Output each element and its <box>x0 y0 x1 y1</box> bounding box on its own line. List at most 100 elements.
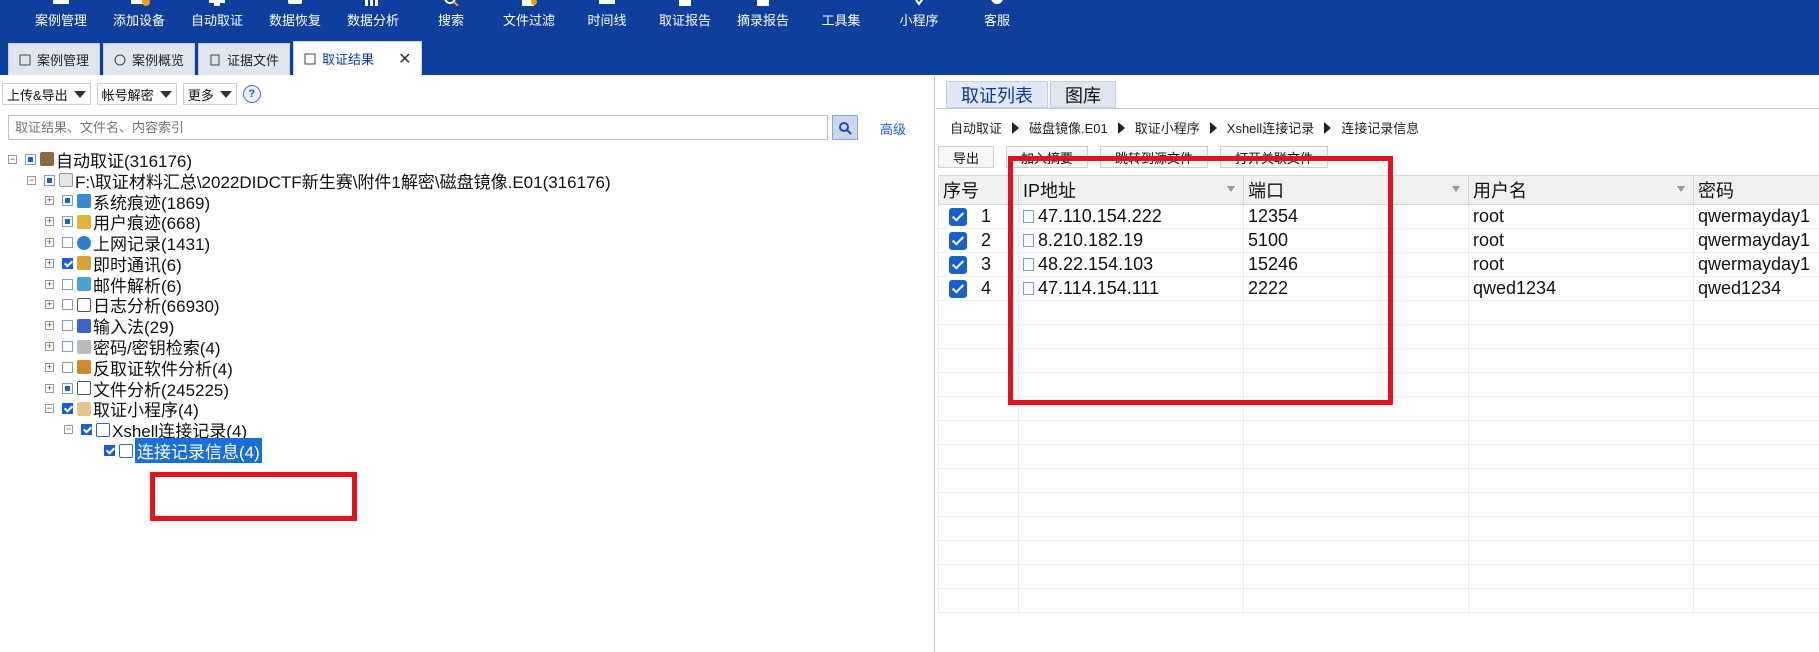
add-to-summary-button[interactable]: 加入摘要 <box>1006 146 1089 168</box>
export-button[interactable]: 导出 <box>938 146 995 168</box>
close-icon[interactable]: ✕ <box>398 49 411 69</box>
tree-checkbox[interactable] <box>104 445 115 457</box>
column-header-seq[interactable]: 序号 <box>938 175 1019 205</box>
tree-node-file-analysis[interactable]: + 文件分析(245225) <box>0 378 935 400</box>
tree-node-input-method[interactable]: + 输入法(29) <box>0 315 935 337</box>
open-related-file-button[interactable]: 打开关联文件 <box>1220 146 1329 168</box>
toolbar-forensic-report[interactable]: 取证报告 <box>646 0 724 38</box>
tree-checkbox[interactable] <box>25 153 36 165</box>
row-checkbox[interactable] <box>949 207 967 226</box>
collapse-icon[interactable]: − <box>8 154 17 164</box>
collapse-icon[interactable]: − <box>64 425 73 435</box>
toolbar-applet[interactable]: 小程序 <box>880 0 958 38</box>
toolbar-search[interactable]: 搜索 <box>412 0 490 38</box>
tab-forensic-results[interactable]: 取证结果 ✕ <box>293 41 423 75</box>
tree-node-user-traces[interactable]: + 用户痕迹(668) <box>0 211 935 233</box>
toolbar-file-filter[interactable]: 文件过滤 <box>490 0 568 38</box>
more-dropdown[interactable]: 更多 <box>182 83 237 105</box>
help-icon[interactable]: ? <box>242 85 261 103</box>
search-input[interactable] <box>8 115 828 140</box>
toolbar-timeline[interactable]: 时间线 <box>568 0 646 38</box>
tab-gallery[interactable]: 图库 <box>1050 81 1116 108</box>
column-header-port[interactable]: 端口 <box>1243 175 1469 205</box>
row-checkbox[interactable] <box>949 279 967 298</box>
collapse-icon[interactable]: − <box>45 404 54 414</box>
expand-icon[interactable]: + <box>45 196 54 206</box>
tree-checkbox[interactable] <box>62 195 73 207</box>
expand-icon[interactable]: + <box>45 362 54 372</box>
toolbar-add-device[interactable]: 添加设备 <box>100 0 178 38</box>
toolbar-toolkit[interactable]: 工具集 <box>802 0 880 38</box>
tree-checkbox[interactable] <box>62 382 73 394</box>
tree-checkbox[interactable] <box>62 341 73 353</box>
tree-checkbox[interactable] <box>62 403 73 415</box>
breadcrumb-item[interactable]: 磁盘镜像.E01 <box>1029 118 1108 137</box>
tree-checkbox[interactable] <box>62 299 73 311</box>
tab-case-management[interactable]: 案例管理 <box>8 43 101 75</box>
tree-node-instant-messaging[interactable]: + 即时通讯(6) <box>0 253 935 275</box>
collapse-icon[interactable]: − <box>27 175 36 185</box>
tab-forensic-list[interactable]: 取证列表 <box>946 81 1048 108</box>
table-row[interactable]: 4 47.114.154.111 2222 qwed1234 qwed1234 <box>938 276 1819 301</box>
tree-checkbox[interactable] <box>62 278 73 290</box>
toolbar-support[interactable]: 客服 <box>958 0 1036 38</box>
advanced-search-link[interactable]: 高级 <box>880 119 906 138</box>
tree-checkbox[interactable] <box>62 320 73 332</box>
row-checkbox[interactable] <box>949 231 967 250</box>
table-row[interactable]: 2 8.210.182.19 5100 root qwermayday1 <box>938 228 1819 253</box>
jump-to-source-button[interactable]: 跳转到源文件 <box>1100 146 1209 168</box>
expand-icon[interactable]: + <box>45 342 54 352</box>
table-row[interactable]: 1 47.110.154.222 12354 root qwermayday1 <box>938 204 1819 229</box>
column-header-ip[interactable]: IP地址 <box>1018 175 1244 205</box>
tree-checkbox[interactable] <box>62 237 73 249</box>
cell-username: qwed1234 <box>1468 276 1694 301</box>
toolbar-excerpt-report[interactable]: 摘录报告 <box>724 0 802 38</box>
expand-icon[interactable]: + <box>45 258 54 268</box>
breadcrumb-item[interactable]: 自动取证 <box>950 118 1002 137</box>
tree-node-anti-forensics[interactable]: + 反取证软件分析(4) <box>0 357 935 379</box>
filter-icon[interactable] <box>1227 186 1235 192</box>
tree-node-xshell-records[interactable]: − Xshell连接记录(4) <box>0 419 935 441</box>
tab-evidence-files[interactable]: 证据文件 <box>198 43 291 75</box>
expand-icon[interactable]: + <box>45 279 54 289</box>
column-header-password[interactable]: 密码 <box>1693 175 1819 205</box>
tree-node-system-traces[interactable]: + 系统痕迹(1869) <box>0 191 935 213</box>
row-checkbox[interactable] <box>949 255 967 274</box>
tree-checkbox[interactable] <box>62 361 73 373</box>
tree-node-password-search[interactable]: + 密码/密钥检索(4) <box>0 336 935 358</box>
filter-icon[interactable] <box>1452 186 1460 192</box>
expand-icon[interactable]: + <box>45 238 54 248</box>
tree-node-auto-forensics[interactable]: − 自动取证(316176) <box>0 149 935 171</box>
breadcrumb-item[interactable]: 取证小程序 <box>1135 118 1200 137</box>
document-icon <box>1023 210 1034 223</box>
tree-node-connection-info[interactable]: 连接记录信息(4) <box>0 438 935 464</box>
search-button[interactable] <box>832 115 858 140</box>
filter-icon[interactable] <box>1677 186 1685 192</box>
column-header-username[interactable]: 用户名 <box>1468 175 1694 205</box>
tree-checkbox[interactable] <box>62 257 73 269</box>
tree-node-email[interactable]: + 邮件解析(6) <box>0 274 935 296</box>
tree-node-web-history[interactable]: + 上网记录(1431) <box>0 232 935 254</box>
table-row[interactable]: 3 48.22.154.103 15246 root qwermayday1 <box>938 252 1819 277</box>
toolbar-data-analysis[interactable]: 数据分析 <box>334 0 412 38</box>
toolbar-auto-forensics[interactable]: 自动取证 <box>178 0 256 38</box>
upload-export-dropdown[interactable]: 上传&导出 <box>2 83 91 105</box>
tree-node-forensic-applets[interactable]: − 取证小程序(4) <box>0 399 935 420</box>
account-decrypt-dropdown[interactable]: 帐号解密 <box>96 83 177 105</box>
tree-node-disk-image[interactable]: − F:\取证材料汇总\2022DIDCTF新生赛\附件1解密\磁盘镜像.E01(… <box>0 170 935 192</box>
toolbar-case-management[interactable]: 案例管理 <box>22 0 100 38</box>
expand-icon[interactable]: + <box>45 300 54 310</box>
excerpt-report-icon <box>752 0 774 6</box>
tree-checkbox[interactable] <box>44 174 55 186</box>
tree-node-log-analysis[interactable]: + 日志分析(66930) <box>0 295 935 316</box>
tree-checkbox[interactable] <box>81 424 92 436</box>
tab-case-overview[interactable]: 案例概览 <box>103 43 196 75</box>
document-icon <box>1023 234 1034 247</box>
expand-icon[interactable]: + <box>45 321 54 331</box>
expand-icon[interactable]: + <box>45 217 54 227</box>
breadcrumb-item[interactable]: 连接记录信息 <box>1341 118 1419 137</box>
breadcrumb-item[interactable]: Xshell连接记录 <box>1227 118 1314 137</box>
tree-checkbox[interactable] <box>62 216 73 228</box>
expand-icon[interactable]: + <box>45 383 54 393</box>
toolbar-data-recovery[interactable]: 数据恢复 <box>256 0 334 38</box>
